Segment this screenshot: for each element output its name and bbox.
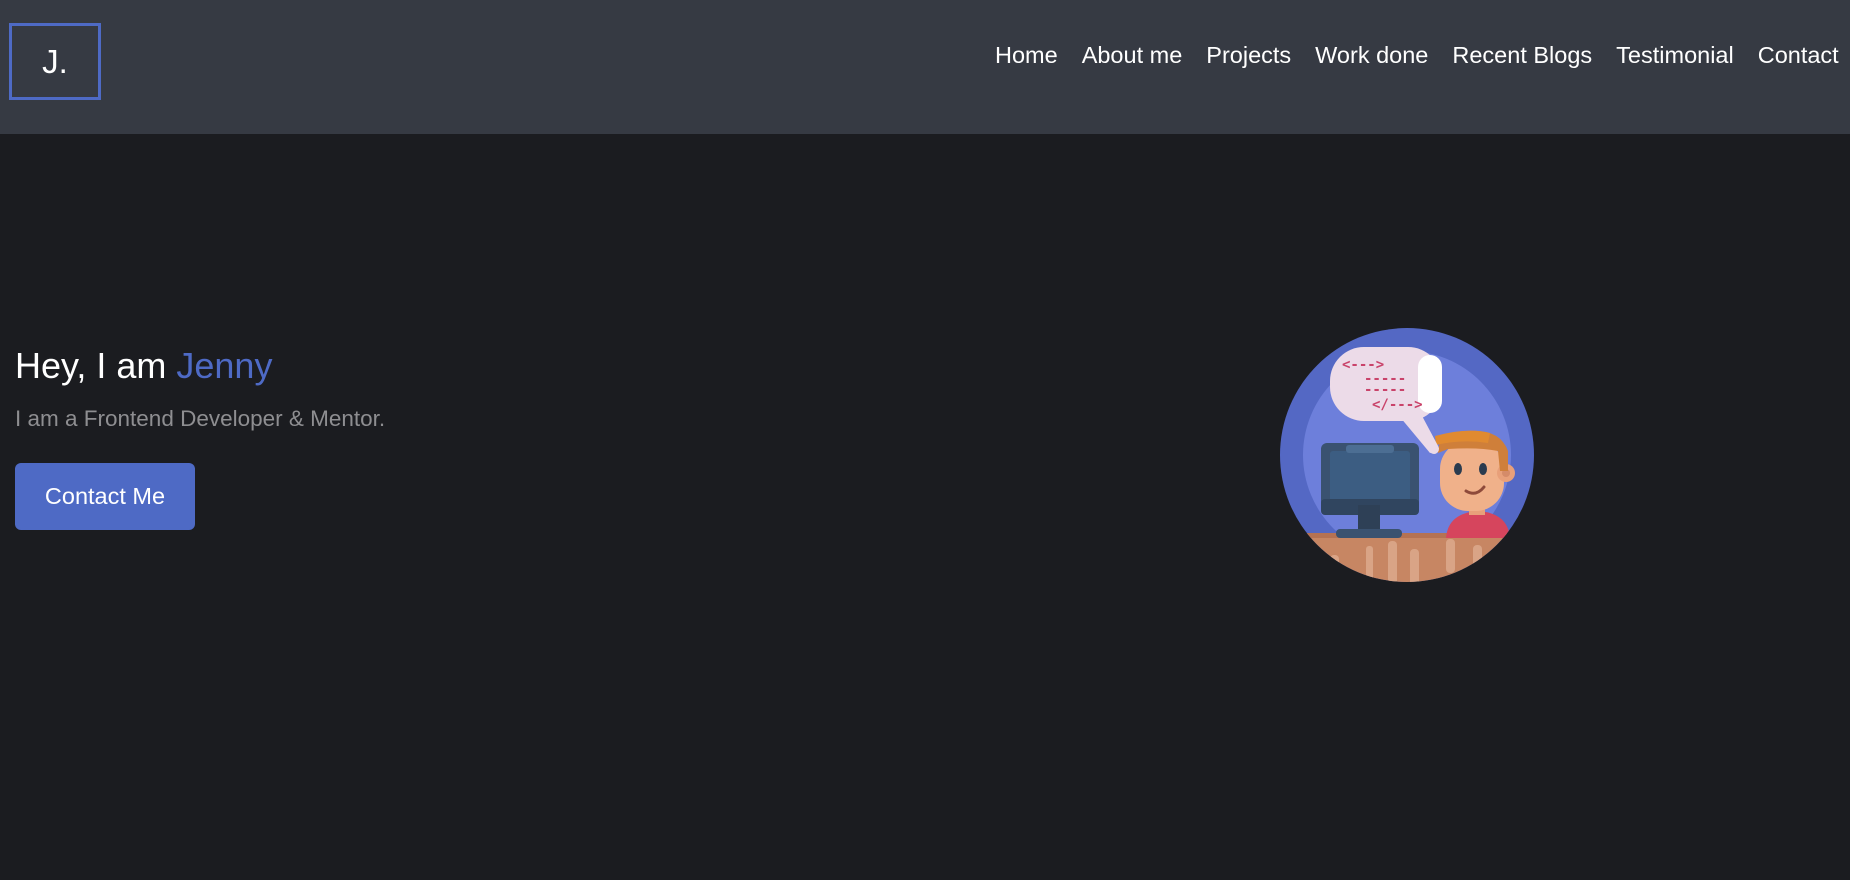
contact-me-button[interactable]: Contact Me xyxy=(15,463,195,530)
hero-title: Hey, I am Jenny xyxy=(15,345,272,387)
developer-at-computer-illustration: <---> ----- ----- </---> xyxy=(1280,328,1534,582)
hero-name: Jenny xyxy=(176,345,273,386)
nav-link-recent-blogs[interactable]: Recent Blogs xyxy=(1452,42,1592,69)
illustration-code-line-3: ----- xyxy=(1364,382,1406,398)
nav-link-about-me[interactable]: About me xyxy=(1082,42,1183,69)
nav-links: Home About me Projects Work done Recent … xyxy=(995,38,1850,72)
nav-link-testimonial[interactable]: Testimonial xyxy=(1616,42,1734,69)
nav-link-contact[interactable]: Contact xyxy=(1758,42,1839,69)
navbar: J. Home About me Projects Work done Rece… xyxy=(0,0,1850,134)
nav-link-projects[interactable]: Projects xyxy=(1206,42,1291,69)
hero-greeting: Hey, I am xyxy=(15,345,177,386)
hero-subtitle: I am a Frontend Developer & Mentor. xyxy=(15,406,386,431)
logo[interactable]: J. xyxy=(9,23,101,100)
illustration-code-line-4: </---> xyxy=(1372,397,1423,413)
nav-link-work-done[interactable]: Work done xyxy=(1315,42,1428,69)
nav-link-home[interactable]: Home xyxy=(995,42,1058,69)
